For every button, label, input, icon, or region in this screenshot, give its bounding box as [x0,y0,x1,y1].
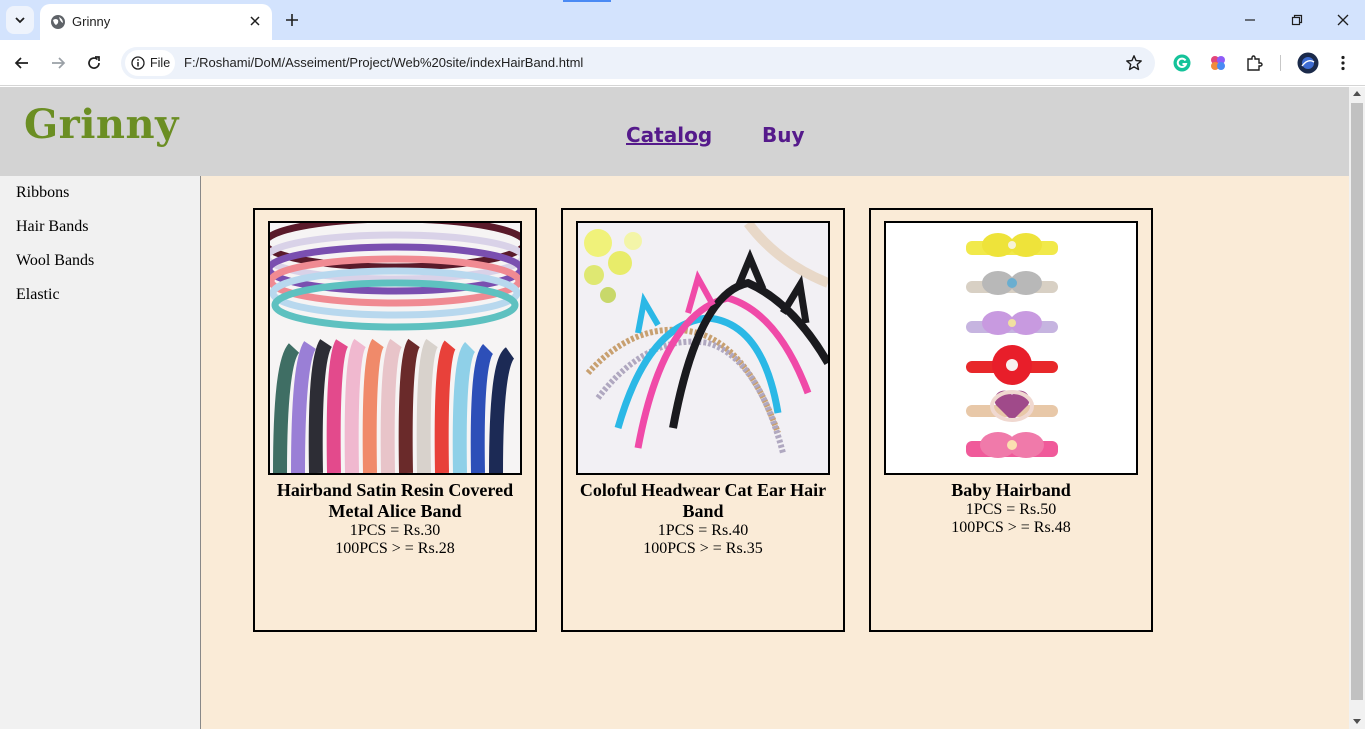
toolbar-divider [1280,55,1281,71]
product-price-bulk: 100PCS > = Rs.35 [643,540,763,557]
avatar [1297,52,1319,74]
browser-toolbar: File F:/Roshami/DoM/Asseiment/Project/We… [0,40,1365,86]
brain-icon [1211,56,1225,70]
grammarly-icon [1173,54,1191,72]
new-tab-button[interactable] [281,9,303,31]
close-icon [1337,14,1349,26]
extensions-button[interactable] [1243,52,1265,74]
sidebar-item-wool-bands[interactable]: Wool Bands [16,252,94,270]
product-image[interactable] [576,221,830,475]
reload-icon [88,56,100,69]
browser-tab[interactable]: Grinny [40,4,272,40]
info-icon [131,56,145,70]
close-tab-button[interactable] [246,12,264,30]
restore-icon [1291,14,1303,26]
tab-title: Grinny [72,14,111,29]
scroll-thumb[interactable] [1351,103,1363,700]
cat-ear-hairbands-image [578,223,828,473]
sidebar-item-ribbons[interactable]: Ribbons [16,184,69,202]
arrow-right-icon [52,57,66,69]
address-bar[interactable]: File F:/Roshami/DoM/Asseiment/Project/We… [121,47,1155,79]
url-text[interactable]: F:/Roshami/DoM/Asseiment/Project/Web%20s… [184,55,583,70]
more-vert-icon [1341,55,1345,71]
site-info-chip[interactable]: File [125,50,175,76]
browser-menu-button[interactable] [1332,52,1354,74]
site-logo[interactable]: Grinny [24,101,179,148]
arrow-left-icon [14,57,28,69]
chevron-down-icon [15,17,25,24]
brain-extension-button[interactable] [1207,52,1229,74]
product-title: Baby Hairband [951,480,1071,500]
product-price-single: 1PCS = Rs.40 [657,522,749,539]
product-image[interactable] [268,221,522,475]
product-price-single: 1PCS = Rs.50 [965,501,1057,518]
page-scrollbar[interactable] [1349,87,1365,729]
product-image[interactable] [884,221,1138,475]
scroll-down-arrow-icon[interactable] [1353,719,1361,724]
minimize-icon [1245,19,1255,21]
plus-icon [286,14,298,26]
star-icon[interactable] [1125,54,1143,72]
sidebar-item-hair-bands[interactable]: Hair Bands [16,218,88,236]
product-price-bulk: 100PCS > = Rs.48 [951,519,1071,536]
tab-strip-indicator [563,0,611,2]
site-header: Grinny Catalog Buy [0,87,1349,176]
browser-tab-bar: Grinny [0,0,1365,40]
satin-hairbands-image [270,223,520,473]
nav-link-buy[interactable]: Buy [762,123,805,147]
profile-button[interactable] [1297,52,1319,74]
scroll-up-arrow-icon[interactable] [1353,91,1361,96]
puzzle-icon [1247,55,1263,71]
grammarly-extension-button[interactable] [1171,52,1193,74]
baby-hairbands-image [886,223,1136,473]
sidebar: Ribbons Hair Bands Wool Bands Elastic [0,176,201,729]
product-card: Coloful Headwear Cat Ear Hair Band 1PCS … [561,208,845,632]
close-window-button[interactable] [1331,8,1355,32]
restore-button[interactable] [1285,8,1309,32]
close-icon [250,16,260,26]
globe-icon [51,15,65,29]
back-button[interactable] [10,51,34,75]
forward-button[interactable] [46,51,70,75]
tab-search-button[interactable] [6,6,34,34]
product-title: Coloful Headwear Cat Ear Hair Band [579,480,827,521]
minimize-button[interactable] [1238,8,1262,32]
site-chip-label: File [150,56,171,70]
sidebar-item-elastic[interactable]: Elastic [16,286,60,304]
product-price-bulk: 100PCS > = Rs.28 [335,540,455,557]
page-viewport: Grinny Catalog Buy Ribbons Hair Bands Wo… [0,87,1349,729]
product-title: Hairband Satin Resin Covered Metal Alice… [276,480,514,521]
product-price-single: 1PCS = Rs.30 [349,522,441,539]
product-card: Baby Hairband 1PCS = Rs.50 100PCS > = Rs… [869,208,1153,632]
reload-button[interactable] [82,51,106,75]
product-card: Hairband Satin Resin Covered Metal Alice… [253,208,537,632]
nav-link-catalog[interactable]: Catalog [626,123,712,147]
